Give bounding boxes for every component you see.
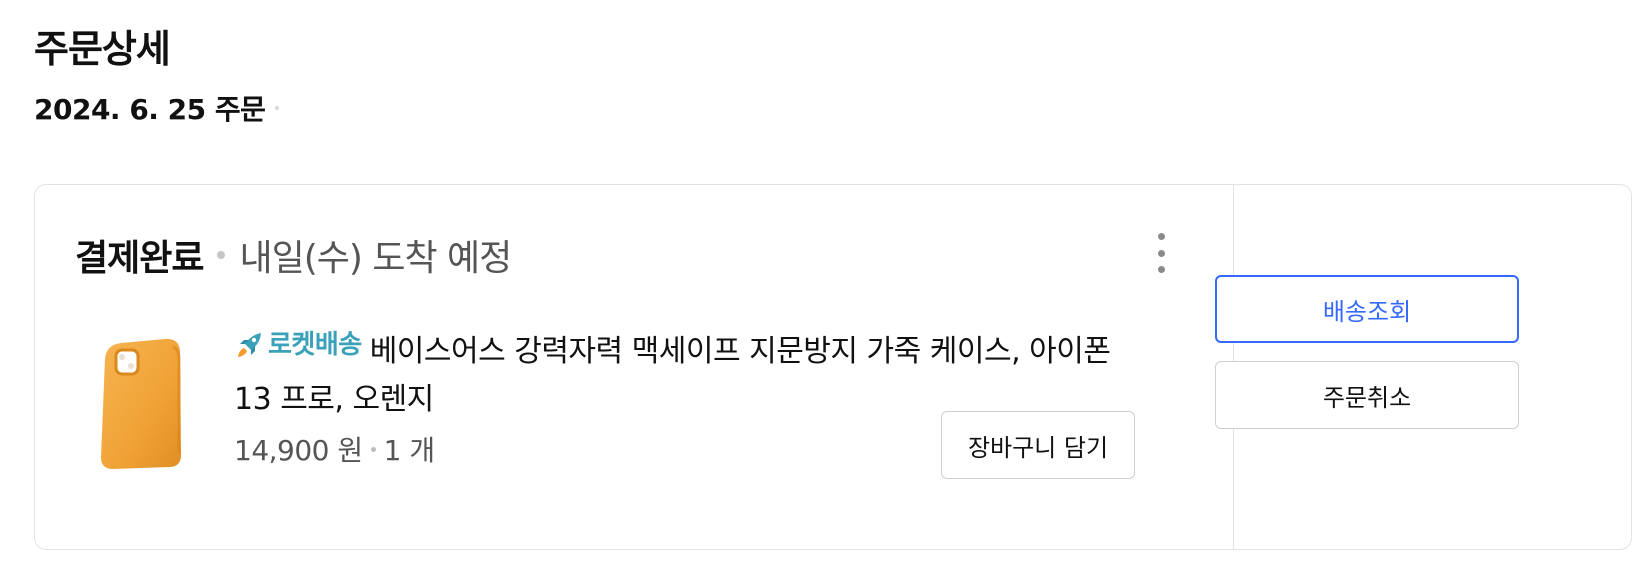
rocket-delivery-badge: 로켓배송 xyxy=(234,321,370,369)
separator-dot xyxy=(275,106,280,110)
rocket-icon xyxy=(238,333,261,357)
product-price: 14,900 원 xyxy=(234,434,363,467)
delivery-estimate: 내일(수) 도착 예정 xyxy=(239,238,512,279)
rocket-delivery-label: 로켓배송 xyxy=(268,330,362,360)
more-vertical-icon[interactable] xyxy=(1147,233,1175,273)
add-to-cart-button[interactable]: 장바구니 담기 xyxy=(941,411,1135,479)
delivery-tracking-button[interactable]: 배송조회 xyxy=(1215,275,1519,343)
product-image[interactable] xyxy=(93,333,193,473)
product-title[interactable]: 로켓배송 베이스어스 강력자력 맥세이프 지문방지 가죽 케이스, 아이폰 13… xyxy=(234,321,1154,424)
cancel-order-button[interactable]: 주문취소 xyxy=(1215,361,1519,429)
price-separator-dot xyxy=(370,446,376,452)
order-date-row: 2024. 6. 25 주문 xyxy=(34,88,280,128)
price-row: 14,900 원 1 개 xyxy=(234,429,435,469)
order-date: 2024. 6. 25 주문 xyxy=(34,93,266,126)
page-title: 주문상세 xyxy=(34,27,171,71)
order-status: 결제완료 xyxy=(75,238,204,279)
order-card: 결제완료 내일(수) 도착 예정 로켓배송 베이스어스 강력자력 맥세이프 지문… xyxy=(34,184,1632,550)
status-separator-dot xyxy=(217,251,226,259)
order-status-row: 결제완료 내일(수) 도착 예정 xyxy=(75,229,512,281)
product-quantity: 1 개 xyxy=(383,434,435,467)
